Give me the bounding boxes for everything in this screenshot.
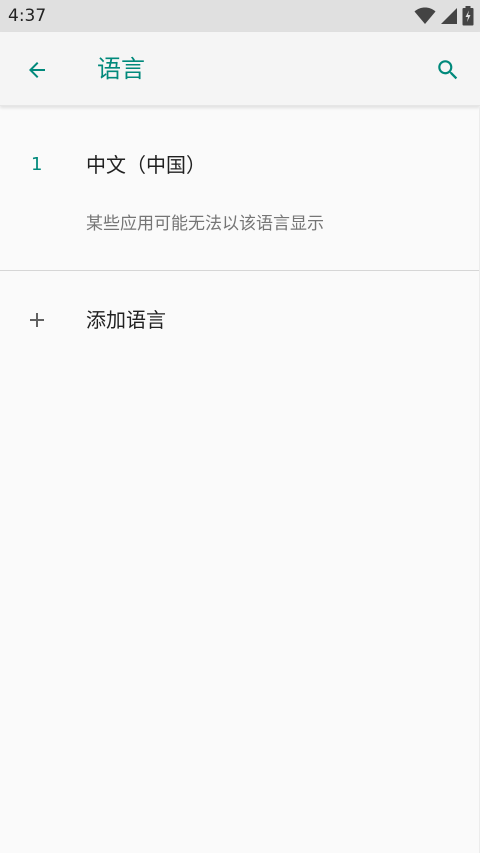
page-title: 语言 bbox=[97, 55, 145, 83]
language-index: 1 bbox=[31, 154, 43, 175]
app-bar: 语言 bbox=[0, 32, 480, 106]
wifi-icon bbox=[414, 7, 436, 24]
plus-icon bbox=[30, 313, 44, 327]
divider bbox=[0, 270, 480, 271]
language-note: 某些应用可能无法以该语言显示 bbox=[86, 214, 324, 234]
status-time: 4:37 bbox=[8, 6, 47, 26]
add-language-button[interactable] bbox=[0, 272, 480, 368]
language-name: 中文（中国） bbox=[86, 153, 206, 177]
search-icon bbox=[438, 60, 458, 80]
back-button[interactable] bbox=[13, 46, 61, 94]
language-list-item[interactable] bbox=[0, 107, 480, 270]
search-button[interactable] bbox=[424, 46, 472, 94]
status-bar: 4:37 bbox=[0, 0, 480, 32]
arrow-left-icon bbox=[29, 62, 45, 78]
add-language-label: 添加语言 bbox=[86, 308, 166, 332]
battery-charging-icon bbox=[462, 6, 474, 26]
signal-icon bbox=[441, 8, 457, 24]
status-icons bbox=[410, 6, 474, 26]
